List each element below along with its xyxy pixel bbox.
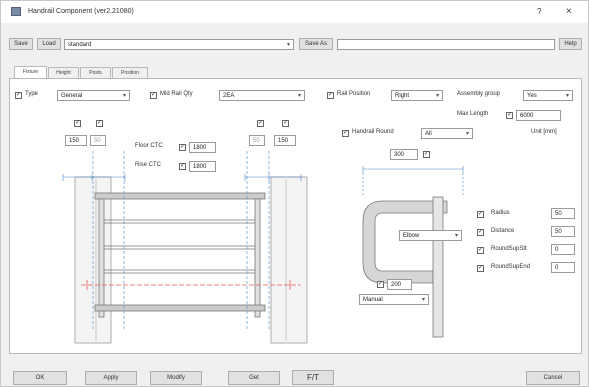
- right-dim1-checkbox[interactable]: ✓: [257, 120, 264, 127]
- handrail-round-select[interactable]: All ▾: [421, 128, 473, 139]
- modify-button[interactable]: Modify: [150, 371, 202, 385]
- type-value: General: [61, 93, 83, 99]
- round-sup-end-label: RoundSupEnd: [491, 264, 531, 270]
- handrail-drawing: [62, 151, 464, 344]
- ok-button[interactable]: OK: [13, 371, 67, 385]
- rail-position-select[interactable]: Right ▾: [391, 90, 443, 101]
- assembly-group-value: Yes: [527, 93, 537, 99]
- radius-input[interactable]: 50: [551, 208, 575, 219]
- right-wall: [270, 176, 308, 344]
- radius-label: Radius: [491, 210, 510, 216]
- unit-label: Unit [mm]: [531, 129, 557, 135]
- chevron-down-icon: ▾: [435, 93, 439, 99]
- rail-position-label: Rail Position: [337, 91, 371, 97]
- round-sup-start-label: RoundSupStt: [491, 246, 527, 252]
- distance-label: Distance: [491, 228, 515, 234]
- chevron-down-icon: ▾: [421, 297, 425, 303]
- cancel-button[interactable]: Cancel: [526, 371, 580, 385]
- dialog-window: Handrail Component (ver2.21080) ? × Save…: [0, 0, 589, 387]
- get-button[interactable]: Get: [228, 371, 280, 385]
- mid-rail-value: 2EA: [223, 93, 235, 99]
- assembly-group-label: Assembly group: [457, 91, 501, 97]
- mid-rail-select[interactable]: 2EA ▾: [219, 90, 305, 101]
- detail-dimension: [362, 166, 464, 197]
- detail-top-input[interactable]: 300: [390, 149, 418, 160]
- assembly-group-select[interactable]: Yes ▾: [523, 90, 573, 101]
- chevron-down-icon: ▾: [565, 93, 569, 99]
- detail-bottom-input[interactable]: 200: [387, 279, 412, 290]
- manual-select[interactable]: Manual ▾: [359, 294, 429, 305]
- elbow-select[interactable]: Elbow ▾: [399, 230, 462, 241]
- floor-ctc-input[interactable]: 1800: [189, 142, 216, 153]
- rail-position-value: Right: [395, 93, 410, 99]
- right-dim2-checkbox[interactable]: ✓: [282, 120, 289, 127]
- round-sup-start-checkbox[interactable]: ✓: [477, 247, 484, 254]
- handrail-frame: [94, 192, 266, 318]
- elbow-detail: [362, 196, 448, 338]
- mid-rail-label: Mid Rail Qty: [160, 91, 193, 97]
- distance-checkbox[interactable]: ✓: [477, 229, 484, 236]
- radius-checkbox[interactable]: ✓: [477, 211, 484, 218]
- chevron-down-icon: ▾: [465, 131, 469, 137]
- max-length-input[interactable]: 6000: [516, 110, 561, 121]
- manual-value: Manual: [363, 297, 383, 303]
- left-dim2-checkbox[interactable]: ✓: [96, 120, 103, 127]
- max-length-label: Max Length: [457, 111, 489, 117]
- rail-position-checkbox[interactable]: ✓: [327, 92, 334, 99]
- elbow-value: Elbow: [403, 233, 420, 239]
- rise-ctc-label: Rise CTC: [135, 162, 162, 168]
- right-dim2-input[interactable]: 150: [274, 135, 296, 146]
- apply-button[interactable]: Apply: [85, 371, 137, 385]
- distance-input[interactable]: 50: [551, 226, 575, 237]
- round-sup-start-input[interactable]: 0: [551, 244, 575, 255]
- max-length-checkbox[interactable]: ✓: [506, 112, 513, 119]
- floor-ctc-checkbox[interactable]: ✓: [179, 144, 186, 151]
- left-dim1-input[interactable]: 150: [65, 135, 87, 146]
- handrail-round-label: Handrail Round: [352, 129, 394, 135]
- chevron-down-icon: ▾: [122, 93, 126, 99]
- type-label: Type: [25, 91, 39, 97]
- type-checkbox[interactable]: ✓: [15, 92, 22, 99]
- round-sup-end-input[interactable]: 0: [551, 262, 575, 273]
- detail-bottom-checkbox[interactable]: ✓: [377, 281, 384, 288]
- chevron-down-icon: ▾: [297, 93, 301, 99]
- left-dim2-input[interactable]: 50: [90, 135, 106, 146]
- mid-rail-checkbox[interactable]: ✓: [150, 92, 157, 99]
- toggle-button[interactable]: F/T: [292, 370, 334, 385]
- floor-ctc-label: Floor CTC: [135, 143, 163, 149]
- rise-ctc-checkbox[interactable]: ✓: [179, 163, 186, 170]
- round-sup-end-checkbox[interactable]: ✓: [477, 265, 484, 272]
- type-select[interactable]: General ▾: [57, 90, 130, 101]
- handrail-round-value: All: [425, 131, 432, 137]
- handrail-round-checkbox[interactable]: ✓: [342, 130, 349, 137]
- rise-ctc-input[interactable]: 1800: [189, 161, 216, 172]
- left-dim1-checkbox[interactable]: ✓: [74, 120, 81, 127]
- center-line: [81, 280, 301, 290]
- right-dim1-input[interactable]: 50: [249, 135, 265, 146]
- detail-top-checkbox[interactable]: ✓: [423, 151, 430, 158]
- chevron-down-icon: ▾: [454, 233, 458, 239]
